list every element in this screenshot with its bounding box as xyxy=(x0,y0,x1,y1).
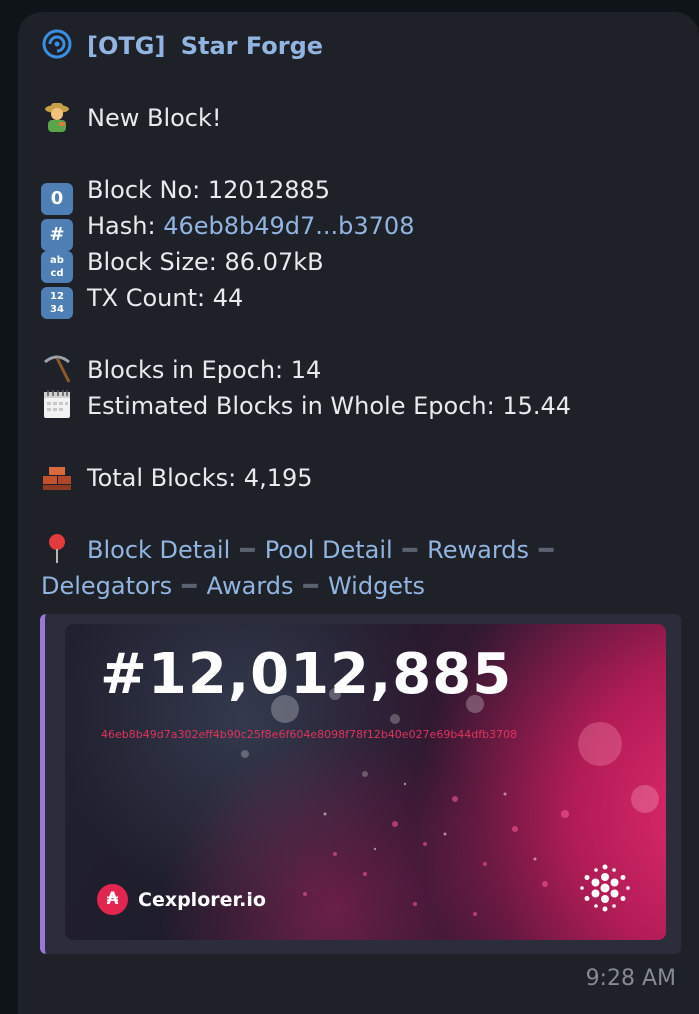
calendar-icon xyxy=(44,390,70,418)
tx-count-text: TX Count: 44 xyxy=(87,284,244,312)
cardano-ada-icon: ₳ xyxy=(97,884,128,915)
total-blocks-line: Total Blocks: 4,195 xyxy=(41,460,313,496)
cyclone-icon xyxy=(42,29,72,59)
cexplorer-brand: ₳ Cexplorer.io xyxy=(97,884,266,915)
block-size-line: ab cd Block Size: 86.07kB xyxy=(41,244,324,283)
numbers-icon: 12 34 xyxy=(41,287,73,319)
link-preview[interactable]: #12,012,885 46eb8b49d7a302eff4b90c25f8e6… xyxy=(40,614,681,954)
message-timestamp: 9:28 AM xyxy=(585,966,676,991)
pool-name[interactable]: Star Forge xyxy=(181,32,323,60)
hash-link[interactable]: 46eb8b49d7...b3708 xyxy=(163,212,414,240)
awards-link[interactable]: Awards xyxy=(207,572,294,600)
links-row-1: Block Detail ━ Pool Detail ━ Rewards ━ xyxy=(41,532,563,568)
block-no-text: Block No: 12012885 xyxy=(87,176,331,204)
pool-tag[interactable]: [OTG] xyxy=(87,32,165,60)
pick-icon xyxy=(44,355,71,383)
link-separator: ━ xyxy=(539,536,554,564)
total-blocks-text: Total Blocks: 4,195 xyxy=(87,464,313,492)
link-separator: ━ xyxy=(402,536,418,564)
link-separator: ━ xyxy=(182,572,197,600)
cardano-logo-icon xyxy=(580,864,630,912)
widgets-link[interactable]: Widgets xyxy=(328,572,425,600)
pool-detail-link[interactable]: Pool Detail xyxy=(265,536,393,564)
full-hash-display: 46eb8b49d7a302eff4b90c25f8e6f604e8098f78… xyxy=(101,728,518,741)
pushpin-icon xyxy=(49,534,65,563)
link-separator: ━ xyxy=(240,536,255,564)
blocks-in-epoch-line: Blocks in Epoch: 14 xyxy=(41,352,321,388)
hash-label: Hash: xyxy=(87,212,164,240)
brand-name: Cexplorer.io xyxy=(138,888,266,911)
blocks-in-epoch-text: Blocks in Epoch: 14 xyxy=(87,356,322,384)
farmer-icon xyxy=(45,103,69,132)
abcd-icon: ab cd xyxy=(41,251,73,283)
link-separator: ━ xyxy=(303,572,318,600)
tx-count-line: 12 34 TX Count: 44 xyxy=(41,280,243,319)
new-block-line: New Block! xyxy=(41,100,222,136)
delegators-link[interactable]: Delegators xyxy=(41,572,172,600)
new-block-title: New Block! xyxy=(87,104,222,132)
preview-image[interactable]: #12,012,885 46eb8b49d7a302eff4b90c25f8e6… xyxy=(65,624,666,940)
message-header[interactable]: [OTG] Star Forge xyxy=(41,28,323,64)
block-detail-link[interactable]: Block Detail xyxy=(87,536,230,564)
bricks-icon xyxy=(43,467,71,490)
rewards-link[interactable]: Rewards xyxy=(427,536,529,564)
block-number-display: #12,012,885 xyxy=(100,642,513,707)
block-size-text: Block Size: 86.07kB xyxy=(87,248,324,276)
estimated-blocks-line: Estimated Blocks in Whole Epoch: 15.44 xyxy=(41,388,571,424)
links-row-2: Delegators ━ Awards ━ Widgets xyxy=(41,568,425,604)
estimated-blocks-text: Estimated Blocks in Whole Epoch: 15.44 xyxy=(87,392,572,420)
